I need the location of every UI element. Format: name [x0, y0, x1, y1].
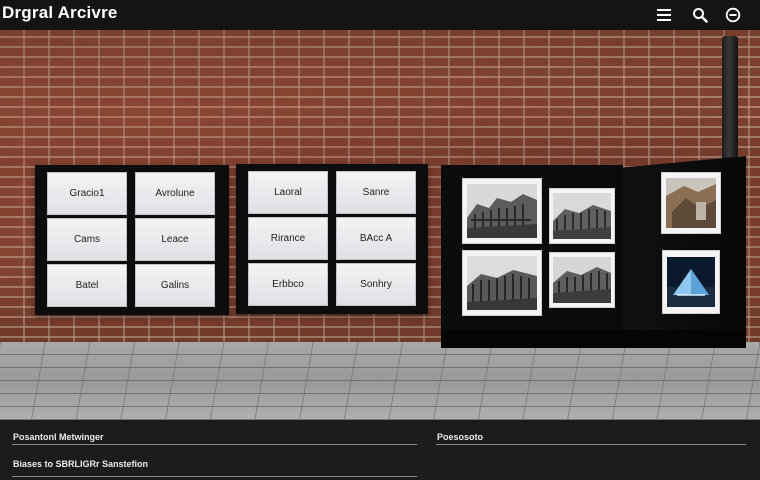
tile-label: Laoral	[274, 187, 302, 198]
board-tile[interactable]: Leace	[135, 218, 215, 261]
architecture-photo[interactable]	[462, 250, 542, 316]
footer-divider	[12, 476, 417, 477]
glass-pyramid-photo[interactable]	[662, 250, 720, 314]
board-tile[interactable]: Cams	[47, 218, 127, 261]
footer: Posantonl Metwinger Biases to SBRLIGRr S…	[0, 420, 760, 480]
architecture-photo[interactable]	[549, 252, 615, 308]
account-icon[interactable]	[721, 3, 745, 27]
tile-label: Galins	[160, 280, 190, 291]
board-tile[interactable]: Rirance	[248, 217, 328, 260]
tile-label: Sanre	[362, 187, 390, 198]
tile-label: Leace	[161, 234, 189, 245]
footer-link[interactable]: Poesosoto	[437, 432, 483, 442]
tile-label: Sonhry	[360, 279, 392, 290]
drain-pipe	[722, 36, 738, 166]
board-tile[interactable]: Avrolune	[135, 172, 215, 215]
gallery-scene: Gracio1 Avrolune Cams Leace Batel Galins…	[0, 30, 760, 420]
footer-link[interactable]: Biases to SBRLIGRr Sanstefion	[13, 459, 148, 469]
footer-divider	[436, 444, 746, 445]
app-title: Drgral Arcivre	[2, 3, 118, 22]
menu-icon[interactable]	[652, 3, 676, 27]
search-icon[interactable]	[688, 3, 712, 27]
footer-divider	[12, 444, 417, 445]
tile-label: BAcc A	[359, 233, 393, 244]
board-tile[interactable]: BAcc A	[336, 217, 416, 260]
board-tile[interactable]: Sonhry	[336, 263, 416, 306]
board-tile[interactable]: Galins	[135, 264, 215, 307]
architecture-photo[interactable]	[549, 188, 615, 244]
tile-label: Batel	[75, 280, 99, 291]
board-tile[interactable]: Gracio1	[47, 172, 127, 215]
board-tile[interactable]: Laoral	[248, 171, 328, 214]
board-tile[interactable]: Erbbco	[248, 263, 328, 306]
display-board-1: Gracio1 Avrolune Cams Leace Batel Galins	[35, 165, 229, 315]
footer-link[interactable]: Posantonl Metwinger	[13, 432, 104, 442]
tile-label: Rirance	[270, 233, 306, 244]
top-bar: Drgral Arcivre	[0, 0, 760, 30]
tile-label: Cams	[73, 234, 101, 245]
gallery-base	[441, 330, 746, 348]
board-tile[interactable]: Batel	[47, 264, 127, 307]
tile-label: Gracio1	[69, 188, 105, 199]
architecture-photo[interactable]	[462, 178, 542, 244]
display-board-2: Laoral Sanre Rirance BAcc A Erbbco Sonhr…	[236, 164, 428, 314]
tile-label: Avrolune	[155, 188, 195, 199]
board-tile[interactable]: Sanre	[336, 171, 416, 214]
tile-label: Erbbco	[272, 279, 304, 290]
stone-pavement	[0, 342, 760, 420]
landscape-photo[interactable]	[661, 172, 721, 234]
